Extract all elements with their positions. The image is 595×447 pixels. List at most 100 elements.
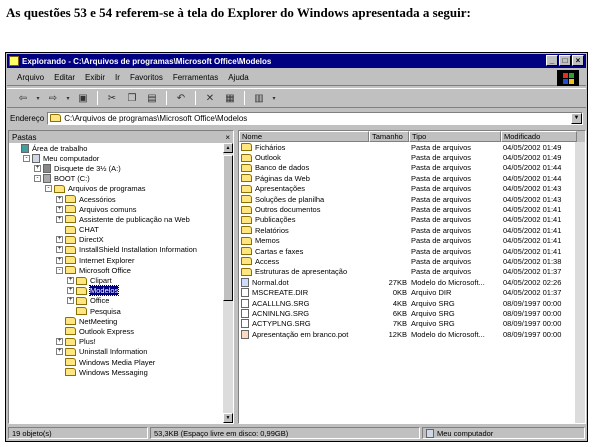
collapse-icon[interactable]: - xyxy=(45,185,52,193)
tree-item[interactable]: CHAT xyxy=(9,225,233,235)
file-row[interactable]: Apresentação em branco.pot 12KB Modelo do … xyxy=(239,329,585,339)
file-row[interactable]: Relatórios Pasta de arquivos 04/05/2002 01… xyxy=(239,225,585,235)
tree-item[interactable]: + Arquivos comuns xyxy=(9,204,233,214)
collapse-icon[interactable]: - xyxy=(34,175,41,183)
column-modified[interactable]: Modificado xyxy=(501,131,577,142)
file-row[interactable]: Estruturas de apresentação Pasta de arqui… xyxy=(239,267,585,277)
menu-editar[interactable]: Editar xyxy=(54,73,75,82)
copy-icon[interactable]: ❐ xyxy=(124,91,140,105)
menu-favoritos[interactable]: Favoritos xyxy=(130,73,163,82)
tree-item[interactable]: Pesquisa xyxy=(9,306,233,316)
file-row[interactable]: Banco de dados Pasta de arquivos 04/05/200… xyxy=(239,163,585,173)
tree-item[interactable]: + Office xyxy=(9,296,233,306)
tree-item-label: Arquivos comuns xyxy=(79,204,137,214)
file-row[interactable]: ACALLLNG.SRG 4KB Arquivo SRG 08/09/1997 00:… xyxy=(239,298,585,308)
scroll-down-icon[interactable]: ▼ xyxy=(223,413,233,423)
delete-icon[interactable]: ✕ xyxy=(202,91,218,105)
tree-item[interactable]: + Uninstall Information xyxy=(9,347,233,357)
tree-item[interactable]: - Arquivos de programas xyxy=(9,184,233,194)
address-field[interactable]: C:\Arquivos de programas\Microsoft Offic… xyxy=(47,111,583,125)
file-row[interactable]: Publicações Pasta de arquivos 04/05/2002 0… xyxy=(239,215,585,225)
tree-item[interactable]: + Internet Explorer xyxy=(9,255,233,265)
close-button[interactable]: × xyxy=(572,55,584,66)
expand-icon[interactable]: + xyxy=(56,195,63,203)
collapse-icon[interactable]: - xyxy=(56,266,63,274)
tree-item[interactable]: NetMeeting xyxy=(9,316,233,326)
menu-ferramentas[interactable]: Ferramentas xyxy=(173,73,218,82)
file-modified: 04/05/2002 01:44 xyxy=(503,163,562,173)
file-modified: 04/05/2002 01:37 xyxy=(503,267,562,277)
file-row[interactable]: Cartas e faxes Pasta de arquivos 04/05/200… xyxy=(239,246,585,256)
tree-item[interactable]: + Clipart xyxy=(9,275,233,285)
tree-item[interactable]: - Meu computador xyxy=(9,153,233,163)
expand-icon[interactable]: + xyxy=(56,236,63,244)
file-name: ACTYPLNG.SRG xyxy=(252,319,311,329)
file-row[interactable]: Access Pasta de arquivos 04/05/2002 01:38 xyxy=(239,256,585,266)
file-row[interactable]: Memos Pasta de arquivos 04/05/2002 01:41 xyxy=(239,236,585,246)
tree-item[interactable]: + Modelos xyxy=(9,285,233,297)
file-row[interactable]: Apresentações Pasta de arquivos 04/05/2002… xyxy=(239,184,585,194)
tree-item[interactable]: + Acessórios xyxy=(9,194,233,204)
file-list-scrollbar[interactable] xyxy=(575,142,585,423)
undo-icon[interactable]: ↶ xyxy=(173,91,189,105)
scroll-thumb[interactable] xyxy=(223,155,233,301)
menu-ajuda[interactable]: Ajuda xyxy=(228,73,248,82)
file-row[interactable]: ACNINLNG.SRG 6KB Arquivo SRG 08/09/1997 00:… xyxy=(239,308,585,318)
tree-item[interactable]: Outlook Express xyxy=(9,326,233,336)
forward-arrow-icon[interactable]: ⇨ xyxy=(45,91,61,105)
address-dropdown-icon[interactable]: ▼ xyxy=(571,112,582,124)
tree-item[interactable]: - Microsoft Office xyxy=(9,265,233,275)
file-row[interactable]: Normal.dot 27KB Modelo do Microsoft... 04/0… xyxy=(239,277,585,287)
back-arrow-icon[interactable]: ⇦ xyxy=(15,91,31,105)
minimize-button[interactable]: _ xyxy=(546,55,558,66)
expand-icon[interactable]: + xyxy=(56,338,63,346)
file-row[interactable]: Soluções de planilha Pasta de arquivos 04/… xyxy=(239,194,585,204)
expand-icon[interactable]: + xyxy=(67,297,74,305)
folders-pane-close-button[interactable]: × xyxy=(225,133,230,142)
expand-icon[interactable]: + xyxy=(67,277,74,285)
column-type[interactable]: Tipo xyxy=(409,131,501,142)
expand-icon[interactable]: + xyxy=(56,246,63,254)
menu-ir[interactable]: Ir xyxy=(115,73,120,82)
tree-item[interactable]: Windows Media Player xyxy=(9,357,233,367)
title-bar[interactable]: Explorando - C:\Arquivos de programas\Mi… xyxy=(7,54,586,68)
file-row[interactable]: ACTYPLNG.SRG 7KB Arquivo SRG 08/09/1997 00:… xyxy=(239,319,585,329)
tree-item[interactable]: + Plus! xyxy=(9,337,233,347)
cut-icon[interactable]: ✂ xyxy=(104,91,120,105)
column-name[interactable]: Nome xyxy=(239,131,369,142)
expand-icon[interactable]: + xyxy=(56,348,63,356)
expand-icon[interactable]: + xyxy=(56,215,63,223)
views-dropdown-icon[interactable]: ▾ xyxy=(271,91,277,105)
up-folder-icon[interactable]: ▣ xyxy=(75,91,91,105)
tree-item[interactable]: + Assistente de publicação na Web xyxy=(9,214,233,224)
file-type: Modelo do Microsoft... xyxy=(411,329,485,339)
tree-item[interactable]: + Disquete de 3½ (A:) xyxy=(9,163,233,173)
scroll-up-icon[interactable]: ▲ xyxy=(223,143,233,153)
tree-item[interactable]: + InstallShield Installation Information xyxy=(9,245,233,255)
tree-item[interactable]: Área de trabalho xyxy=(9,143,233,153)
file-row[interactable]: Outlook Pasta de arquivos 04/05/2002 01:49 xyxy=(239,152,585,162)
expand-icon[interactable]: + xyxy=(34,164,41,172)
back-dropdown-icon[interactable]: ▾ xyxy=(35,91,41,105)
menu-exibir[interactable]: Exibir xyxy=(85,73,105,82)
menu-arquivo[interactable]: Arquivo xyxy=(17,73,44,82)
expand-icon[interactable]: + xyxy=(67,287,74,295)
properties-icon[interactable]: ▦ xyxy=(222,91,238,105)
views-icon[interactable]: ▥ xyxy=(251,91,267,105)
column-size[interactable]: Tamanho xyxy=(369,131,409,142)
tree-item[interactable]: - BOOT (C:) xyxy=(9,174,233,184)
tree-item-label: Meu computador xyxy=(43,153,100,163)
expand-icon[interactable]: + xyxy=(56,256,63,264)
forward-dropdown-icon[interactable]: ▾ xyxy=(65,91,71,105)
file-row[interactable]: Páginas da Web Pasta de arquivos 04/05/200… xyxy=(239,173,585,183)
collapse-icon[interactable]: - xyxy=(23,154,30,162)
folders-scrollbar[interactable]: ▲ ▼ xyxy=(223,143,233,423)
tree-item[interactable]: Windows Messaging xyxy=(9,367,233,377)
expand-icon[interactable]: + xyxy=(56,205,63,213)
paste-icon[interactable]: ▤ xyxy=(144,91,160,105)
file-row[interactable]: MSCREATE.DIR 0KB Arquivo DIR 04/05/2002 01:… xyxy=(239,287,585,298)
file-row[interactable]: Fichários Pasta de arquivos 04/05/2002 01:… xyxy=(239,142,585,152)
maximize-button[interactable]: □ xyxy=(559,55,571,66)
tree-item[interactable]: + DirectX xyxy=(9,235,233,245)
file-row[interactable]: Outros documentos Pasta de arquivos 04/05/… xyxy=(239,204,585,214)
